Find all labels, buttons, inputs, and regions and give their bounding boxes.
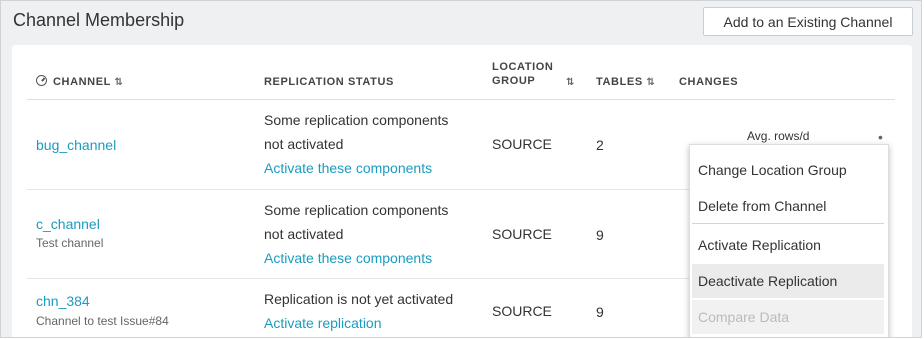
sort-icon[interactable]: ⇅ <box>566 77 574 88</box>
kebab-menu-icon[interactable]: • <box>878 130 883 144</box>
header-tables-label: TABLES <box>596 76 643 88</box>
location-group-value: SOURCE <box>492 303 552 319</box>
header-replication-status: REPLICATION STATUS <box>264 76 394 88</box>
channel-link[interactable]: c_channel <box>36 213 100 236</box>
channel-membership-panel: Channel Membership Add to an Existing Ch… <box>0 0 922 338</box>
tables-count: 2 <box>596 137 604 153</box>
menu-item-activate-replication[interactable]: Activate Replication <box>690 228 884 262</box>
panel-title: Channel Membership <box>13 10 185 30</box>
row-context-menu: Change Location Group Delete from Channe… <box>689 144 889 337</box>
tables-count: 9 <box>596 227 604 243</box>
location-group-value: SOURCE <box>492 226 552 242</box>
status-line: Replication is not yet activated <box>264 291 454 307</box>
header-channel-label: CHANNEL <box>53 76 111 88</box>
menu-item-change-location-group[interactable]: Change Location Group <box>690 153 884 187</box>
channel-link[interactable]: chn_384 <box>36 290 90 313</box>
status-line: Some replication components <box>264 202 449 218</box>
channel-description: Channel to test Issue#84 <box>36 314 169 328</box>
activate-components-link[interactable]: Activate these components <box>264 157 432 180</box>
row-divider <box>27 278 690 279</box>
sort-icon: ⇅ <box>646 77 654 88</box>
activate-replication-link[interactable]: Activate replication <box>264 312 382 335</box>
channel-description: Test channel <box>36 236 104 250</box>
activate-components-link[interactable]: Activate these components <box>264 247 432 270</box>
header-changes: CHANGES <box>679 76 739 88</box>
add-to-existing-channel-button[interactable]: Add to an Existing Channel <box>703 7 913 36</box>
changes-value: Avg. rows/d <box>747 129 810 143</box>
header-channel[interactable]: CHANNEL ⇅ <box>36 75 123 90</box>
status-line: not activated <box>264 136 344 152</box>
menu-separator <box>692 223 884 224</box>
row-divider <box>27 189 690 190</box>
menu-item-compare-data: Compare Data <box>692 300 884 334</box>
status-line: Some replication components <box>264 112 449 128</box>
tables-count: 9 <box>596 304 604 320</box>
header-location-line2: GROUP <box>492 75 536 87</box>
location-group-value: SOURCE <box>492 136 552 152</box>
header-tables[interactable]: TABLES ⇅ <box>596 75 655 90</box>
gauge-icon <box>36 75 47 86</box>
header-location-line1: LOCATION <box>492 61 554 73</box>
channel-link[interactable]: bug_channel <box>36 134 116 157</box>
sort-icon: ⇅ <box>114 77 122 88</box>
menu-item-delete-from-channel[interactable]: Delete from Channel <box>690 189 884 223</box>
menu-item-deactivate-replication[interactable]: Deactivate Replication <box>692 264 884 298</box>
header-location-group[interactable]: LOCATION GROUP <box>492 60 553 88</box>
status-line: not activated <box>264 226 344 242</box>
header-divider <box>27 99 895 100</box>
